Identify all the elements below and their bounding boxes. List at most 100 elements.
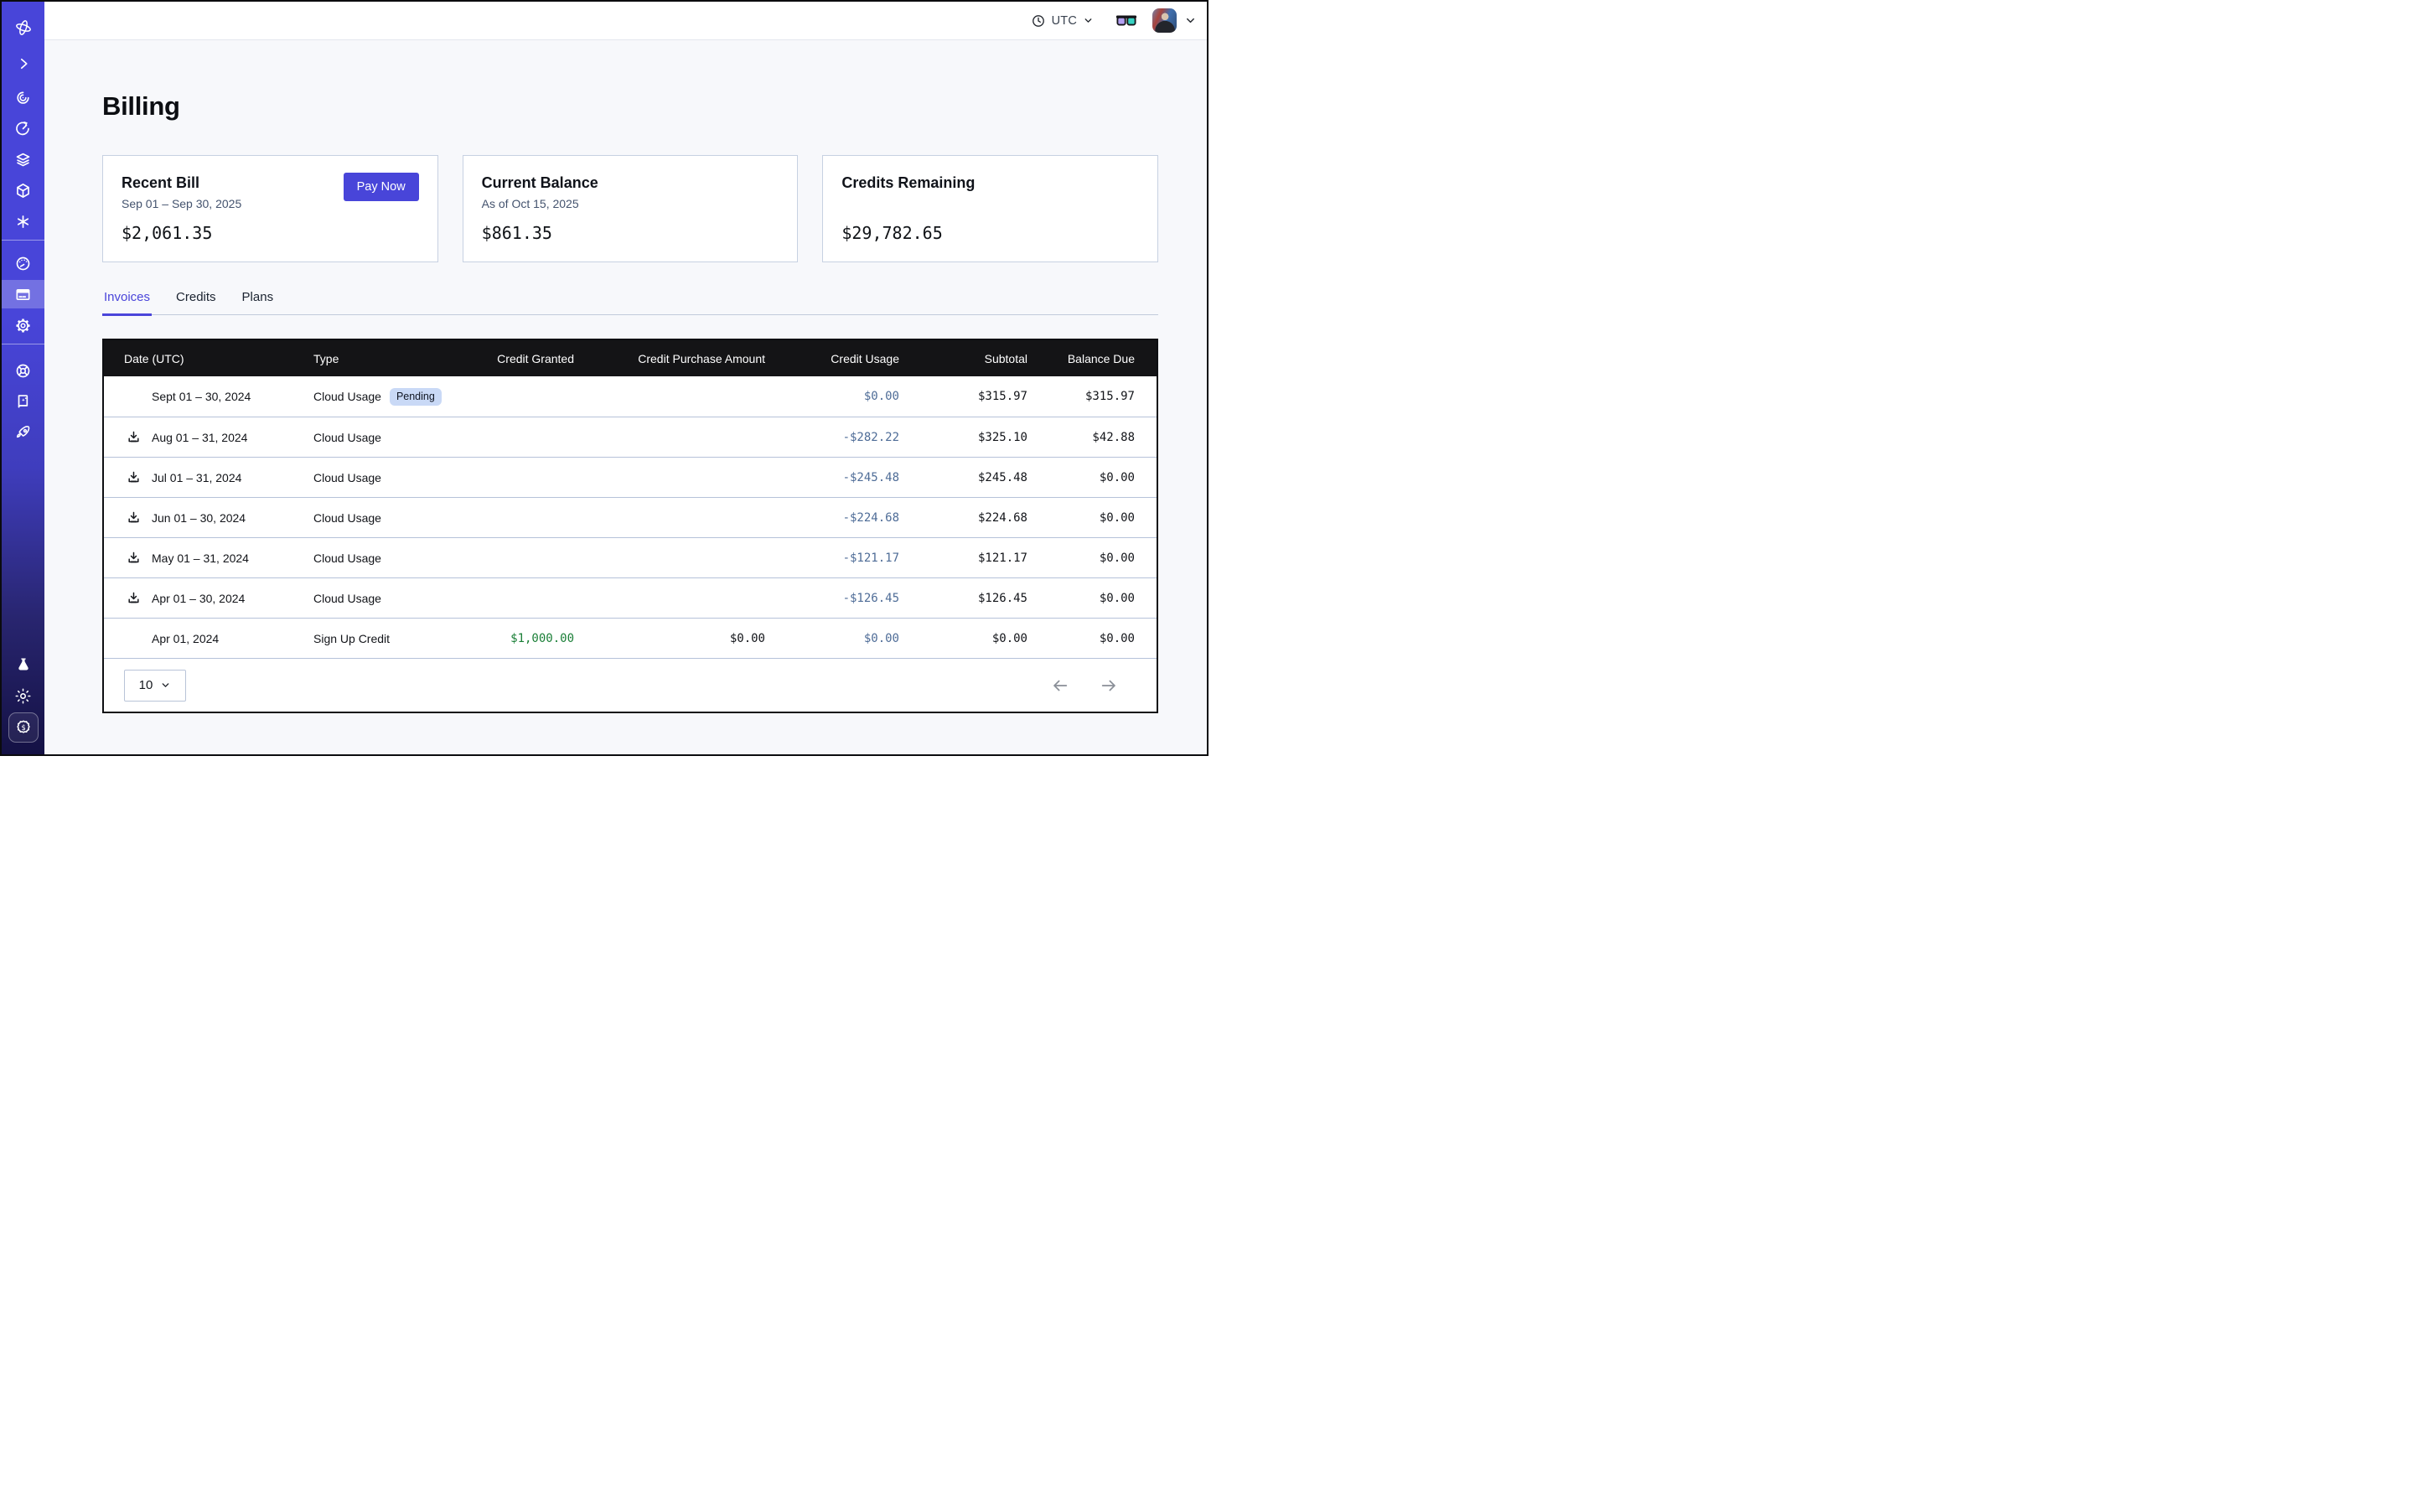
balance-due-value: $42.88 (1027, 431, 1160, 444)
subtotal-value: $315.97 (899, 390, 1027, 403)
download-icon (127, 430, 141, 444)
balance-due-value: $0.00 (1027, 471, 1160, 484)
invoice-type: Cloud Usage (313, 390, 381, 403)
dollar-badge-icon: $ (14, 718, 33, 737)
column-header-type: Type (313, 352, 473, 365)
page-title: Billing (102, 90, 1158, 123)
column-header-balance-due: Balance Due (1027, 352, 1160, 365)
sidebar-item-billing[interactable] (2, 280, 44, 308)
invoice-date: Sept 01 – 30, 2024 (152, 390, 251, 403)
credit-granted-value: $1,000.00 (473, 632, 574, 645)
book-sparkle-icon[interactable] (2, 387, 44, 416)
balance-due-value: $0.00 (1027, 551, 1160, 565)
credit-usage-value: $0.00 (765, 632, 899, 645)
invoice-type-cell: Cloud Usage (313, 431, 473, 444)
invoice-type-cell: Cloud Usage (313, 551, 473, 565)
page-size-select[interactable]: 10 (124, 670, 186, 702)
credit-usage-value: -$126.45 (765, 592, 899, 605)
timezone-selector[interactable]: UTC (1031, 13, 1094, 28)
table-body: Sept 01 – 30, 2024 Cloud UsagePending $0.0… (104, 376, 1157, 658)
credit-usage-value: -$245.48 (765, 471, 899, 484)
invoice-type-cell: Sign Up Credit (313, 632, 473, 645)
pagination (1051, 676, 1118, 695)
credit-usage-value: -$121.17 (765, 551, 899, 565)
tab-credits[interactable]: Credits (174, 290, 218, 314)
download-invoice-button[interactable] (127, 470, 141, 484)
rocket-icon[interactable] (2, 418, 44, 447)
download-invoice-button[interactable] (127, 430, 141, 444)
layers-icon[interactable] (2, 145, 44, 173)
invoice-date-cell: Aug 01 – 31, 2024 (104, 430, 313, 444)
table-row: Sept 01 – 30, 2024 Cloud UsagePending $0.0… (104, 376, 1157, 417)
invoice-type: Cloud Usage (313, 511, 381, 525)
card-amount: $29,782.65 (841, 223, 1139, 243)
next-page-button[interactable] (1100, 676, 1118, 695)
subtotal-value: $245.48 (899, 471, 1027, 484)
credit-usage-value: -$224.68 (765, 511, 899, 525)
subtotal-value: $224.68 (899, 511, 1027, 525)
credit-card-icon (14, 286, 32, 303)
table-row: Apr 01, 2024Sign Up Credit$1,000.00$0.00… (104, 618, 1157, 658)
invoice-date: Jun 01 – 30, 2024 (152, 511, 246, 525)
balance-due-value: $0.00 (1027, 592, 1160, 605)
previous-page-button[interactable] (1051, 676, 1069, 695)
glasses-icon[interactable] (1115, 13, 1137, 28)
sun-icon[interactable] (2, 681, 44, 710)
invoice-date: May 01 – 31, 2024 (152, 551, 249, 565)
avatar[interactable] (1152, 8, 1177, 33)
download-invoice-button[interactable] (127, 591, 141, 605)
spiral-icon[interactable] (2, 83, 44, 111)
invoice-date: Aug 01 – 31, 2024 (152, 431, 247, 444)
card-title: Current Balance (482, 174, 779, 192)
lifebuoy-icon[interactable] (2, 356, 44, 385)
invoice-date-cell: Apr 01, 2024 (104, 632, 313, 645)
invoice-type-cell: Cloud Usage (313, 592, 473, 605)
column-header-date: Date (UTC) (104, 352, 313, 365)
current-balance-card: Current Balance As of Oct 15, 2025 $861.… (463, 155, 799, 262)
invoice-date: Apr 01 – 30, 2024 (152, 592, 245, 605)
sidebar-divider (2, 240, 44, 241)
arrow-right-icon (1100, 676, 1118, 695)
download-icon (127, 591, 141, 605)
invoice-type: Cloud Usage (313, 551, 381, 565)
gear-icon[interactable] (2, 311, 44, 339)
credit-usage-value: -$282.22 (765, 431, 899, 444)
table-row: Jul 01 – 31, 2024Cloud Usage -$245.48$245… (104, 457, 1157, 497)
svg-text:$: $ (21, 724, 25, 733)
dollar-badge-button[interactable]: $ (8, 712, 39, 743)
logo-orbit-icon (2, 12, 44, 44)
download-icon (127, 551, 141, 565)
download-icon (127, 510, 141, 525)
column-header-credit-usage: Credit Usage (765, 352, 899, 365)
flask-icon[interactable] (2, 650, 44, 679)
tab-invoices[interactable]: Invoices (102, 290, 152, 314)
account-menu-chevron-icon[interactable] (1184, 14, 1197, 27)
pay-now-button[interactable]: Pay Now (344, 173, 419, 201)
invoice-date-cell: Jul 01 – 31, 2024 (104, 470, 313, 484)
asterisk-icon[interactable] (2, 207, 44, 236)
invoice-type-cell: Cloud Usage (313, 471, 473, 484)
download-invoice-button[interactable] (127, 510, 141, 525)
gauge-icon[interactable] (2, 249, 44, 277)
invoices-table: Date (UTC) Type Credit Granted Credit Pu… (102, 339, 1158, 713)
billing-tabs: Invoices Credits Plans (102, 290, 1158, 315)
card-subtitle: As of Oct 15, 2025 (482, 197, 779, 211)
expand-sidebar-button[interactable] (2, 49, 44, 78)
download-invoice-button[interactable] (127, 551, 141, 565)
subtotal-value: $0.00 (899, 632, 1027, 645)
timer-icon[interactable] (2, 114, 44, 142)
arrow-left-icon (1051, 676, 1069, 695)
column-header-credit-granted: Credit Granted (473, 352, 574, 365)
cube-icon[interactable] (2, 176, 44, 205)
invoice-type-cell: Cloud UsagePending (313, 388, 473, 406)
tab-plans[interactable]: Plans (241, 290, 276, 314)
table-row: Jun 01 – 30, 2024 Cloud Usage -$224.68$224… (104, 497, 1157, 537)
sidebar: $ (2, 2, 44, 754)
card-amount: $2,061.35 (122, 223, 419, 243)
invoice-date-cell: Jun 01 – 30, 2024 (104, 510, 313, 525)
credit-usage-value: $0.00 (765, 390, 899, 403)
app-window: $ UTC (0, 0, 1208, 756)
invoice-type-cell: Cloud Usage (313, 511, 473, 525)
credit-purchase-amount-value: $0.00 (574, 632, 765, 645)
invoice-date-cell: May 01 – 31, 2024 (104, 551, 313, 565)
